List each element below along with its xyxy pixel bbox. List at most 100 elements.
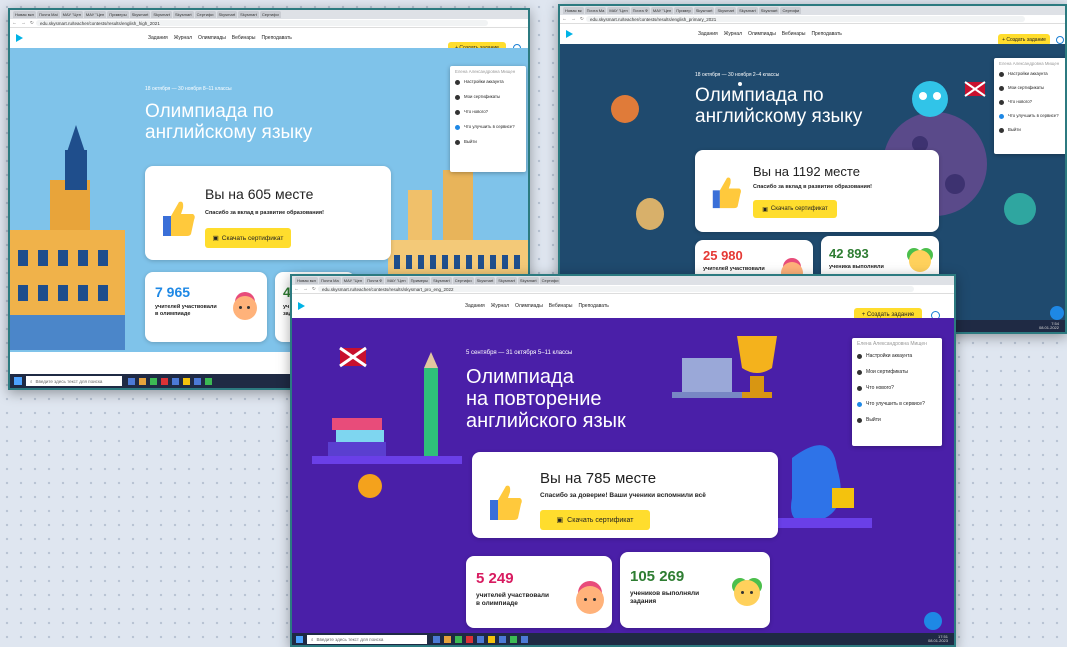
browser-tab[interactable]: Skysmart bbox=[715, 7, 737, 14]
user-avatar-icon[interactable] bbox=[1056, 36, 1064, 44]
browser-tab[interactable]: Почта Ф bbox=[630, 7, 650, 14]
forward-arrow-icon[interactable]: → bbox=[571, 16, 576, 22]
taskbar-app-icon[interactable] bbox=[194, 377, 201, 385]
download-certificate-button[interactable]: ▣ Скачать сертификат bbox=[205, 228, 291, 248]
nav-link[interactable]: Задания bbox=[148, 35, 168, 41]
nav-link[interactable]: Задания bbox=[698, 31, 718, 37]
chat-bubble-icon[interactable] bbox=[924, 612, 942, 630]
taskbar-app-icon[interactable] bbox=[183, 377, 190, 385]
taskbar-app-icon[interactable] bbox=[521, 635, 528, 643]
menu-item-logout[interactable]: Выйти bbox=[857, 418, 937, 423]
taskbar-app-icon[interactable] bbox=[466, 635, 473, 643]
skysmart-logo-icon[interactable] bbox=[16, 34, 23, 42]
browser-tab[interactable]: Skysmart bbox=[172, 11, 194, 18]
taskbar-app-icon[interactable] bbox=[499, 635, 506, 643]
browser-tab[interactable]: Сертифи bbox=[452, 277, 474, 284]
url-field[interactable]: edu.skysmart.ru/teacher/contests/results… bbox=[36, 20, 488, 26]
taskbar-search-input[interactable]: ⌕ Введите здесь текст для поиска bbox=[307, 634, 427, 644]
reload-icon[interactable]: ↻ bbox=[580, 16, 584, 22]
download-certificate-button[interactable]: ▣ Скачать сертификат bbox=[540, 510, 650, 530]
nav-link[interactable]: Журнал bbox=[491, 303, 509, 309]
taskbar-app-icon[interactable] bbox=[150, 377, 157, 385]
browser-tab[interactable]: Skysmart bbox=[431, 277, 452, 284]
skysmart-logo-icon[interactable] bbox=[566, 30, 573, 38]
browser-tab[interactable]: Skysmart bbox=[758, 7, 780, 14]
menu-item-whats-new[interactable]: Что нового? bbox=[455, 110, 521, 115]
browser-tab[interactable]: МАУ "Цен bbox=[60, 11, 83, 18]
url-field[interactable]: edu.skysmart.ru/teacher/contests/results… bbox=[318, 286, 914, 292]
browser-tab[interactable]: Сертифи bbox=[780, 7, 802, 14]
download-certificate-button[interactable]: ▣ Скачать сертификат bbox=[753, 200, 837, 218]
browser-tab[interactable]: Примеры bbox=[408, 277, 431, 284]
browser-tab[interactable]: Новая вкл bbox=[295, 277, 318, 284]
menu-item-certificates[interactable]: Мои сертификаты bbox=[455, 95, 521, 100]
forward-arrow-icon[interactable]: → bbox=[21, 20, 26, 26]
back-arrow-icon[interactable]: ← bbox=[562, 16, 567, 22]
browser-tab[interactable]: Skysmart bbox=[496, 277, 517, 284]
taskbar-app-icon[interactable] bbox=[433, 635, 440, 643]
nav-link[interactable]: Олимпиады bbox=[748, 31, 776, 37]
browser-tab[interactable]: МАУ "Цен bbox=[385, 277, 408, 284]
taskbar-app-icon[interactable] bbox=[128, 377, 135, 385]
browser-tab[interactable]: Skysmart bbox=[238, 11, 259, 18]
taskbar-app-icon[interactable] bbox=[477, 635, 484, 643]
nav-link[interactable]: Преподавать bbox=[261, 35, 291, 41]
windows-start-icon[interactable] bbox=[296, 635, 303, 643]
menu-item-certificates[interactable]: Мои сертификаты bbox=[857, 370, 937, 375]
nav-link[interactable]: Вебинары bbox=[232, 35, 256, 41]
menu-item-whats-new[interactable]: Что нового? bbox=[857, 386, 937, 391]
browser-tab[interactable]: Почта Ф bbox=[365, 277, 385, 284]
nav-link[interactable]: Олимпиады bbox=[198, 35, 226, 41]
reload-icon[interactable]: ↻ bbox=[30, 20, 34, 26]
browser-tab[interactable]: Почта Ма bbox=[318, 277, 341, 284]
browser-tab[interactable]: Skysmart bbox=[216, 11, 238, 18]
menu-item-feedback[interactable]: Что улучшить в сервисе? bbox=[999, 114, 1063, 119]
url-field[interactable]: edu.skysmart.ru/teacher/contests/results… bbox=[586, 16, 1025, 22]
menu-item-feedback[interactable]: Что улучшить в сервисе? bbox=[455, 125, 521, 130]
reload-icon[interactable]: ↻ bbox=[312, 286, 316, 292]
browser-tab[interactable]: МАУ "Цен bbox=[341, 277, 365, 284]
taskbar-app-icon[interactable] bbox=[161, 377, 168, 385]
chat-bubble-icon[interactable] bbox=[1050, 306, 1064, 320]
browser-tab[interactable]: Почта Ma bbox=[584, 7, 607, 14]
menu-item-account-settings[interactable]: Настройки аккаунта bbox=[455, 80, 521, 85]
forward-arrow-icon[interactable]: → bbox=[303, 286, 308, 292]
browser-tab[interactable]: Сертифи bbox=[259, 11, 281, 18]
nav-link[interactable]: Вебинары bbox=[549, 303, 573, 309]
browser-tab[interactable]: Примеры bbox=[107, 11, 129, 18]
browser-tab[interactable]: Новая вк bbox=[563, 7, 584, 14]
taskbar-app-icon[interactable] bbox=[172, 377, 179, 385]
taskbar-app-icon[interactable] bbox=[139, 377, 146, 385]
nav-link[interactable]: Задания bbox=[465, 303, 485, 309]
browser-tab[interactable]: Skysmart bbox=[129, 11, 151, 18]
taskbar-app-icon[interactable] bbox=[510, 635, 517, 643]
windows-start-icon[interactable] bbox=[14, 377, 22, 385]
back-arrow-icon[interactable]: ← bbox=[12, 20, 17, 26]
browser-tab[interactable]: Новая вкл bbox=[13, 11, 36, 18]
browser-tab[interactable]: МАУ "Цен bbox=[607, 7, 630, 14]
browser-tab[interactable]: Skysmart bbox=[474, 277, 496, 284]
menu-item-whats-new[interactable]: Что нового? bbox=[999, 100, 1063, 105]
browser-tab[interactable]: Skysmart bbox=[737, 7, 758, 14]
skysmart-logo-icon[interactable] bbox=[298, 302, 305, 310]
nav-link[interactable]: Журнал bbox=[724, 31, 742, 37]
taskbar-app-icon[interactable] bbox=[488, 635, 495, 643]
back-arrow-icon[interactable]: ← bbox=[294, 286, 299, 292]
nav-link[interactable]: Вебинары bbox=[782, 31, 806, 37]
browser-tab[interactable]: Skysmart bbox=[151, 11, 172, 18]
menu-item-account-settings[interactable]: Настройки аккаунта bbox=[857, 354, 937, 359]
browser-tab[interactable]: Skysmart bbox=[517, 277, 539, 284]
menu-item-logout[interactable]: Выйти bbox=[455, 140, 521, 145]
browser-tab[interactable]: Пример bbox=[674, 7, 693, 14]
nav-link[interactable]: Преподавать bbox=[578, 303, 608, 309]
menu-item-logout[interactable]: Выйти bbox=[999, 128, 1063, 133]
taskbar-search-input[interactable]: ⌕ Введите здесь текст для поиска bbox=[26, 376, 122, 386]
taskbar-app-icon[interactable] bbox=[444, 635, 451, 643]
taskbar-app-icon[interactable] bbox=[205, 377, 212, 385]
menu-item-feedback[interactable]: Что улучшить в сервисе? bbox=[857, 402, 937, 407]
browser-tab[interactable]: Сертифи bbox=[539, 277, 561, 284]
browser-tab[interactable]: Сертифи bbox=[194, 11, 216, 18]
nav-link[interactable]: Журнал bbox=[174, 35, 192, 41]
menu-item-account-settings[interactable]: Настройки аккаунта bbox=[999, 72, 1063, 77]
nav-link[interactable]: Олимпиады bbox=[515, 303, 543, 309]
